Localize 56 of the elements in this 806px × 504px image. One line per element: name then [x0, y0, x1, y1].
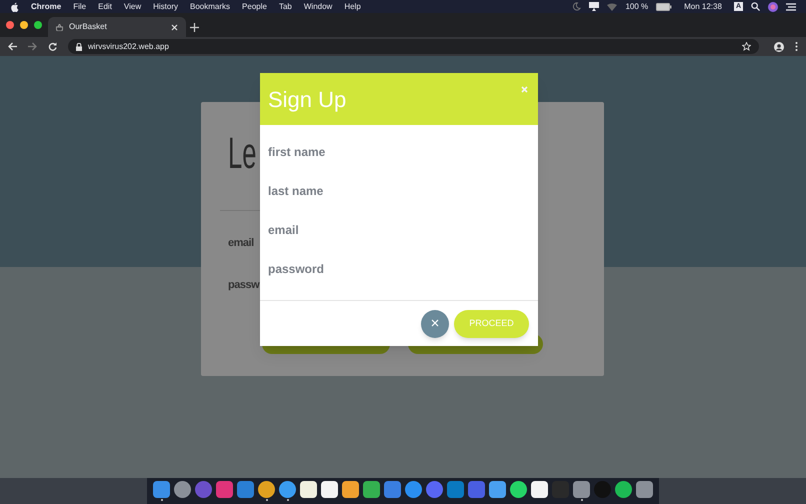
- app-icon[interactable]: [321, 481, 338, 498]
- app-icon[interactable]: [258, 481, 275, 498]
- star-icon[interactable]: [742, 42, 751, 51]
- new-tab-icon[interactable]: [190, 23, 199, 32]
- siri-icon[interactable]: [768, 2, 778, 12]
- menu-item[interactable]: Edit: [98, 0, 112, 12]
- input-field[interactable]: first name: [268, 141, 530, 163]
- app-icon[interactable]: [531, 481, 548, 498]
- app-icon[interactable]: [300, 481, 317, 498]
- app-icon[interactable]: [363, 481, 380, 498]
- maximize-window-icon[interactable]: [34, 21, 42, 29]
- menu-item[interactable]: People: [242, 0, 267, 12]
- menu-item[interactable]: View: [124, 0, 142, 12]
- back-icon[interactable]: [8, 42, 17, 51]
- app-icon[interactable]: [510, 481, 527, 498]
- lock-icon: [76, 42, 82, 50]
- card-heading: Le: [228, 128, 256, 180]
- minimize-window-icon[interactable]: [20, 21, 28, 29]
- moon-icon[interactable]: [572, 2, 582, 11]
- profile-icon[interactable]: [774, 42, 784, 52]
- apple-icon[interactable]: [10, 2, 19, 12]
- field-label: passw: [228, 278, 260, 292]
- battery-icon[interactable]: [656, 2, 672, 10]
- more-icon[interactable]: [795, 42, 798, 51]
- close-window-icon[interactable]: [6, 21, 14, 29]
- app-icon[interactable]: [615, 481, 632, 498]
- menu-item[interactable]: Window: [304, 0, 332, 12]
- clock[interactable]: Mon 12:38: [684, 0, 722, 12]
- address-bar[interactable]: wirvsvirus202.web.app: [68, 39, 759, 54]
- wifi-icon[interactable]: [607, 2, 618, 10]
- browser-tab[interactable]: OurBasket: [48, 17, 186, 37]
- tab-title: OurBasket: [69, 21, 107, 33]
- menu-item[interactable]: File: [73, 0, 86, 12]
- app-icon[interactable]: [342, 481, 359, 498]
- battery-percentage: 100 %: [625, 0, 648, 12]
- menu-item[interactable]: Bookmarks: [190, 0, 230, 12]
- dialog-title: Sign Up: [268, 86, 346, 114]
- app-icon[interactable]: [489, 481, 506, 498]
- app-icon[interactable]: [279, 481, 296, 498]
- display-icon[interactable]: [589, 2, 600, 11]
- cancel-button[interactable]: ×: [421, 310, 449, 338]
- list-icon[interactable]: [786, 2, 796, 10]
- basket-icon: [56, 24, 63, 30]
- url-text: wirvsvirus202.web.app: [88, 40, 169, 52]
- input-field[interactable]: email: [268, 219, 530, 241]
- input-field[interactable]: last name: [268, 180, 530, 202]
- forward-icon[interactable]: [28, 42, 37, 51]
- field-label: email: [228, 236, 254, 251]
- reload-icon[interactable]: [48, 42, 57, 51]
- app-menu[interactable]: Chrome: [31, 0, 62, 12]
- close-tab-icon[interactable]: [171, 24, 178, 30]
- input-field[interactable]: password: [268, 258, 530, 280]
- menu-item[interactable]: Help: [344, 0, 361, 12]
- menu-item[interactable]: Tab: [278, 0, 292, 12]
- search-icon[interactable]: [751, 2, 760, 11]
- menu-item[interactable]: History: [153, 0, 178, 12]
